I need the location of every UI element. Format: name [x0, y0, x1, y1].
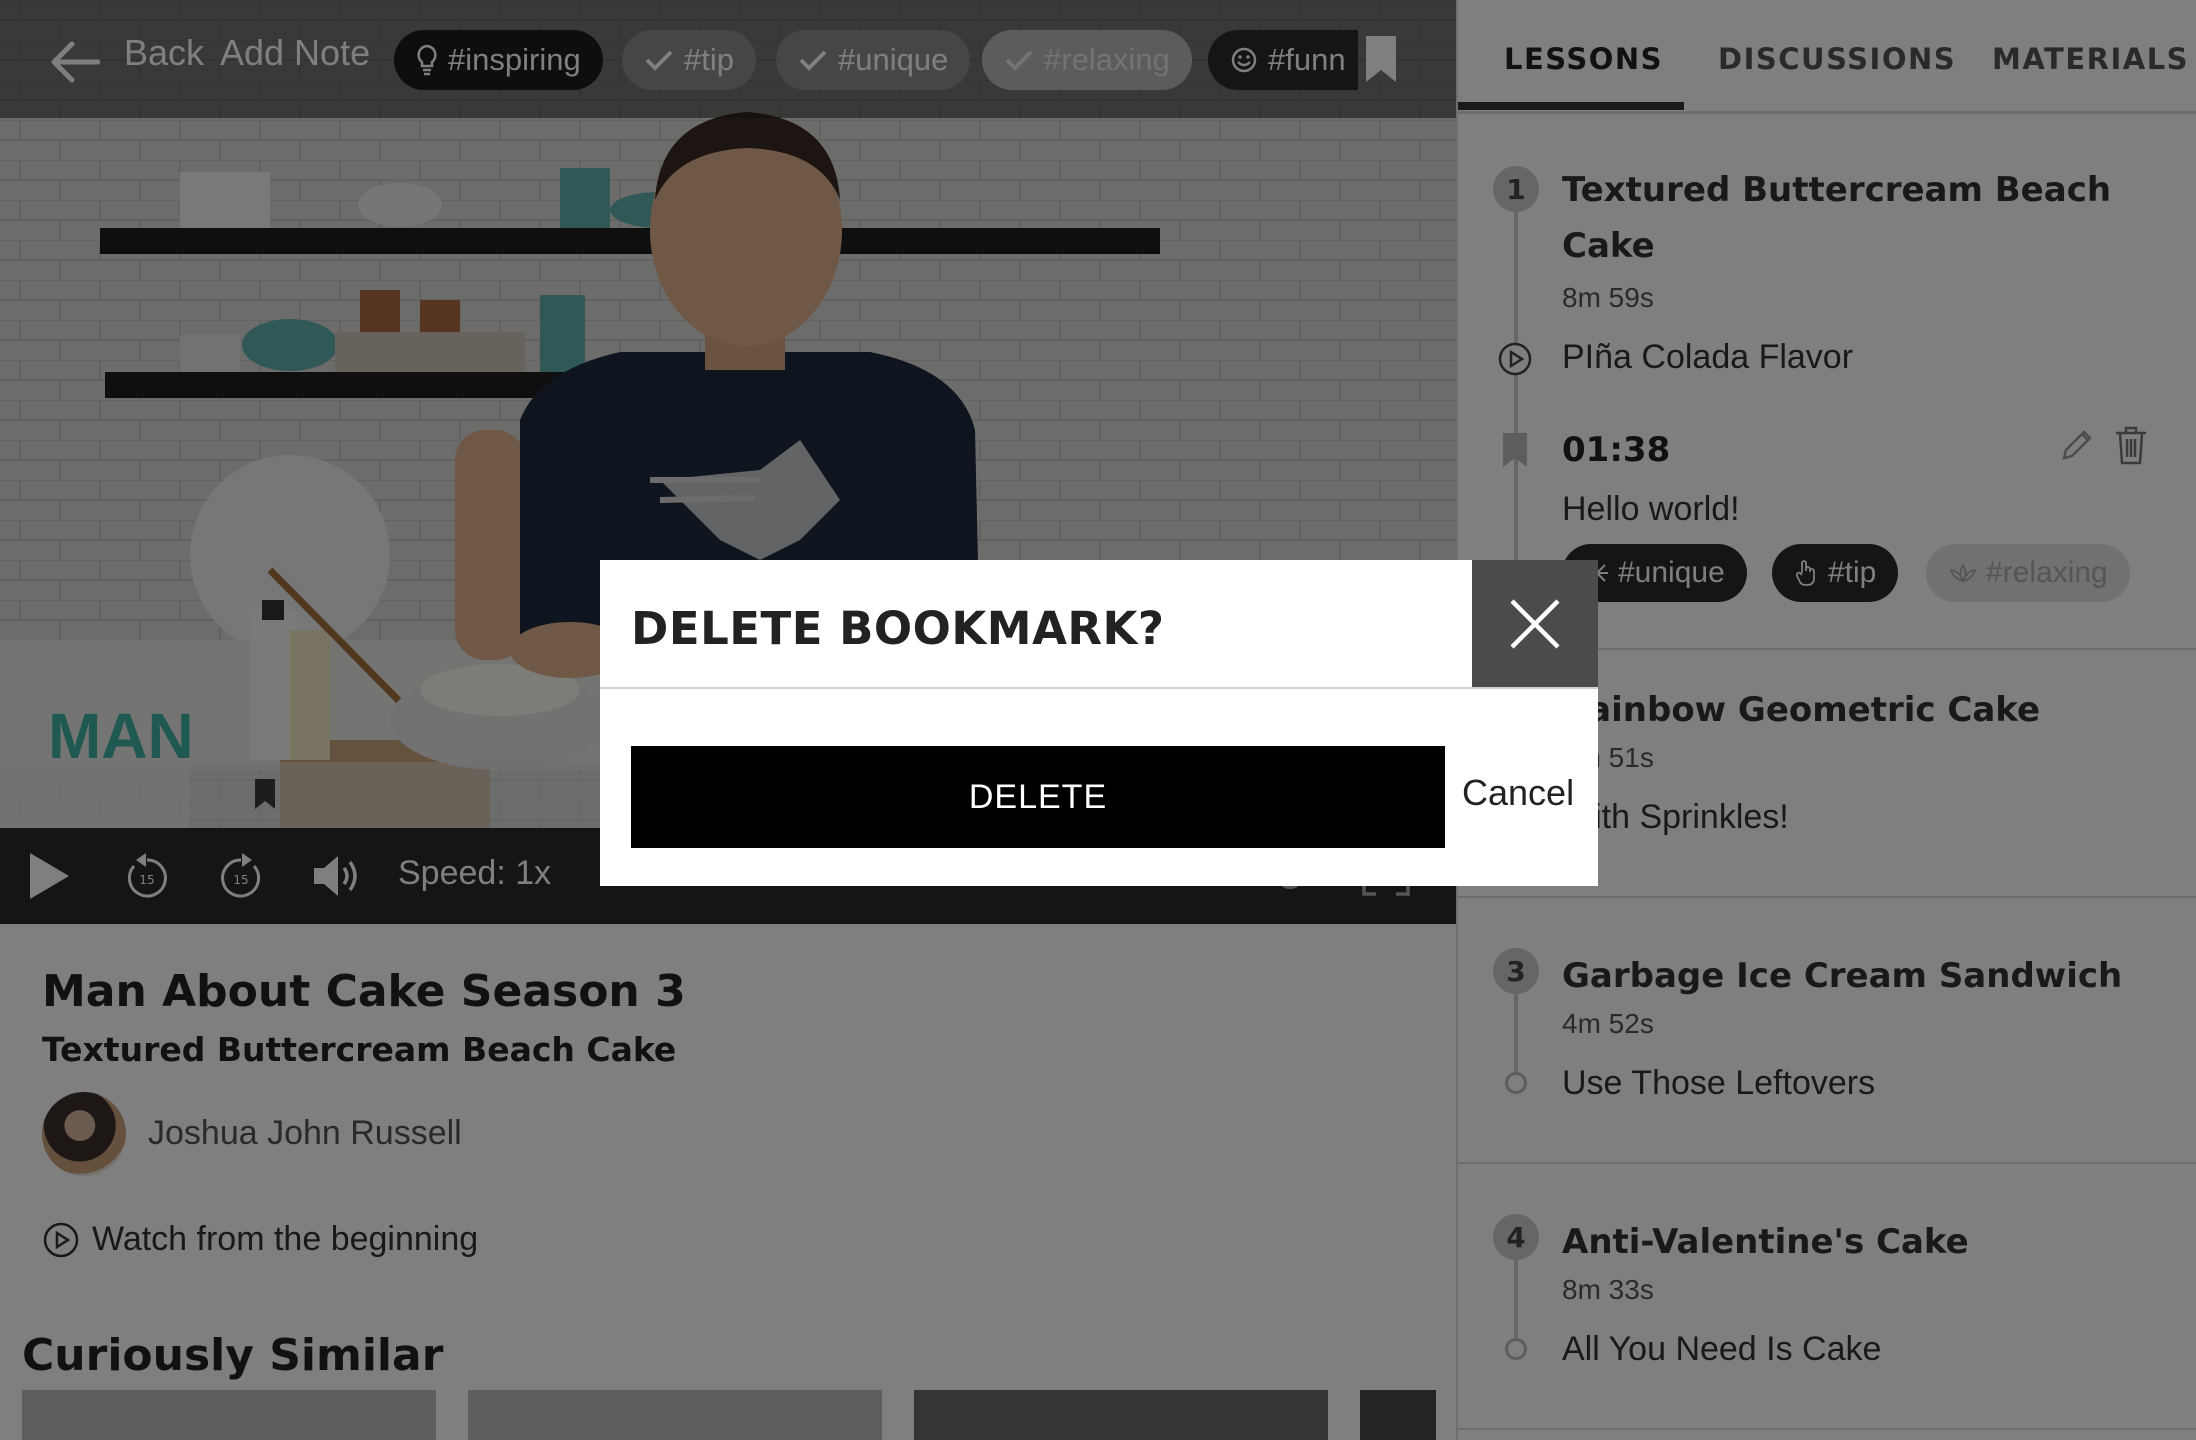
delete-button[interactable]: DELETE	[631, 746, 1445, 848]
dialog-title: DELETE BOOKMARK?	[631, 602, 1165, 655]
close-icon	[1510, 598, 1560, 649]
delete-bookmark-dialog: DELETE BOOKMARK? DELETE Cancel	[600, 560, 1598, 886]
cancel-button[interactable]: Cancel	[1462, 772, 1574, 814]
close-button[interactable]	[1472, 560, 1598, 687]
dialog-divider	[600, 687, 1598, 689]
